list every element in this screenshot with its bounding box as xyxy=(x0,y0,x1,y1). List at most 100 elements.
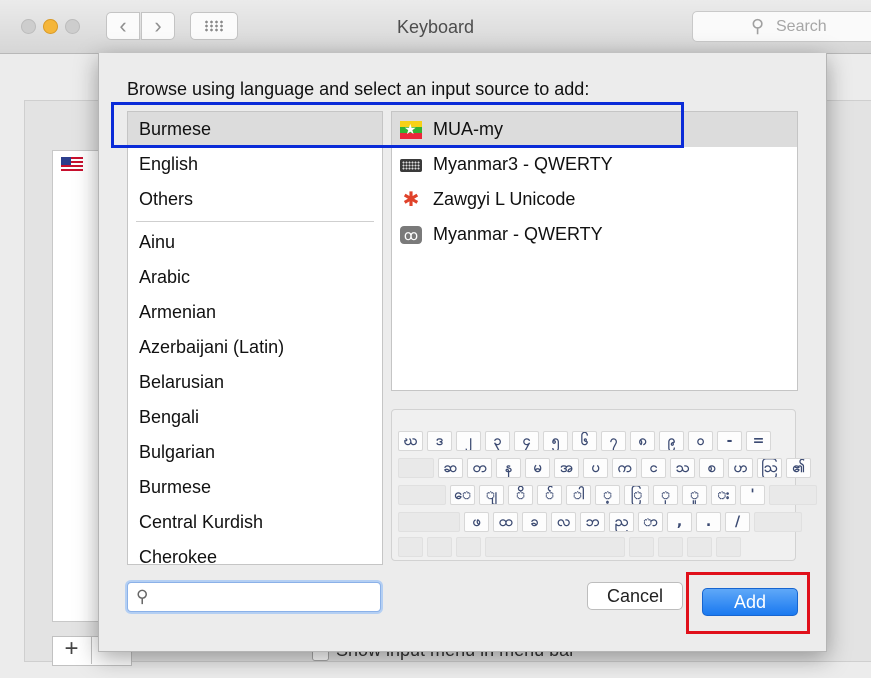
keyboard-key: ဟ xyxy=(728,458,753,478)
keyboard-key: ေ xyxy=(450,485,475,505)
keyboard-key: / xyxy=(725,512,750,532)
keyboard-key: ် xyxy=(537,485,562,505)
search-placeholder: Search xyxy=(776,18,827,35)
keyboard-key: ၇ xyxy=(601,431,626,451)
keyboard-key: သ xyxy=(670,458,695,478)
keyboard-icon xyxy=(400,159,422,172)
keyboard-key: ဘ xyxy=(580,512,605,532)
keyboard-key: . xyxy=(696,512,721,532)
language-item[interactable]: Arabic xyxy=(128,260,382,295)
keyboard-row: ေ ျ ိ ် ါ ့ ြ ု ူ း ' xyxy=(398,485,821,505)
keyboard-key: ပ xyxy=(583,458,608,478)
myanmar-flag-icon xyxy=(400,112,422,147)
keyboard-key: စ xyxy=(699,458,724,478)
keyboard-key: ျ xyxy=(479,485,504,505)
keyboard-key: ၄ xyxy=(514,431,539,451)
language-item[interactable]: Burmese xyxy=(128,470,382,505)
cancel-button[interactable]: Cancel xyxy=(587,582,683,610)
keyboard-key: ့ xyxy=(595,485,620,505)
keyboard-key: = xyxy=(746,431,771,451)
language-search-field[interactable]: ⚲ xyxy=(127,582,381,612)
keyboard-key xyxy=(687,537,712,557)
keyboard-key xyxy=(716,537,741,557)
keyboard-key: ူ xyxy=(682,485,707,505)
add-button[interactable]: Add xyxy=(702,588,798,616)
keyboard-key: ိ xyxy=(508,485,533,505)
keyboard-key: ၈ xyxy=(630,431,655,451)
keyboard-key: ဆ xyxy=(438,458,463,478)
keyboard-key: , xyxy=(667,512,692,532)
language-item[interactable]: Ainu xyxy=(128,225,382,260)
keyboard-key: န xyxy=(496,458,521,478)
keyboard-key xyxy=(769,485,817,505)
keyboard-key: ဒ xyxy=(427,431,452,451)
keyboard-key: ၏ xyxy=(786,458,811,478)
search-field[interactable]: ⚲ Search xyxy=(692,11,871,42)
myanmar-letter-icon: ꝏ xyxy=(400,225,422,244)
input-source-list[interactable]: MUA-my Myanmar3 - QWERTY ✱ Zawgyi L Unic… xyxy=(391,111,798,391)
input-source-label: Zawgyi L Unicode xyxy=(433,189,576,209)
keyboard-key: း xyxy=(711,485,736,505)
keyboard-key: ၉ xyxy=(659,431,684,451)
language-item[interactable]: Bulgarian xyxy=(128,435,382,470)
keyboard-preview: ဃ ဒ ၂ ၃ ၄ ၅ ၆ ၇ ၈ ၉ ၀ - = ဆ တ န မ အ ပ က … xyxy=(391,409,817,561)
keyboard-key xyxy=(398,512,460,532)
keyboard-row: ဃ ဒ ၂ ၃ ၄ ၅ ၆ ၇ ၈ ၉ ၀ - = xyxy=(398,431,775,451)
language-item[interactable]: Cherokee xyxy=(128,540,382,564)
keyboard-key xyxy=(427,537,452,557)
language-item[interactable]: Burmese xyxy=(128,112,382,147)
language-item[interactable]: Central Kurdish xyxy=(128,505,382,540)
keyboard-key: ခ xyxy=(522,512,547,532)
keyboard-key: ' xyxy=(740,485,765,505)
input-source-label: Myanmar3 - QWERTY xyxy=(433,154,613,174)
keyboard-key: ၃ xyxy=(485,431,510,451)
keyboard-key: မ xyxy=(525,458,550,478)
language-item[interactable]: Belarusian xyxy=(128,365,382,400)
keyboard-key: ည xyxy=(609,512,634,532)
add-input-source-sheet: Browse using language and select an inpu… xyxy=(98,53,827,652)
keyboard-key: ု xyxy=(653,485,678,505)
keyboard-key xyxy=(398,537,423,557)
keyboard-key: အ xyxy=(554,458,579,478)
keyboard-key: ၆ xyxy=(572,431,597,451)
language-item[interactable]: English xyxy=(128,147,382,182)
keyboard-key xyxy=(629,537,654,557)
add-input-source-button[interactable]: + xyxy=(52,636,92,664)
language-list[interactable]: Burmese English Others Ainu Arabic Armen… xyxy=(127,111,383,565)
keyboard-spacebar xyxy=(485,537,625,557)
language-item[interactable]: Azerbaijani (Latin) xyxy=(128,330,382,365)
us-flag-icon xyxy=(61,157,83,172)
zawgyi-figure-icon: ✱ xyxy=(402,188,420,211)
keyboard-key: လ xyxy=(551,512,576,532)
keyboard-key: ဖ xyxy=(464,512,489,532)
input-source-label: Myanmar - QWERTY xyxy=(433,224,603,244)
keyboard-key: - xyxy=(717,431,742,451)
keyboard-key: က xyxy=(612,458,637,478)
keyboard-key xyxy=(754,512,802,532)
keyboard-key: တ xyxy=(467,458,492,478)
input-source-item[interactable]: Myanmar3 - QWERTY xyxy=(392,147,797,182)
search-icon: ⚲ xyxy=(136,587,149,606)
window-toolbar: ‹ › Keyboard ⚲ Search xyxy=(0,0,871,54)
input-source-item[interactable]: ꝏ Myanmar - QWERTY xyxy=(392,217,797,252)
keyboard-row xyxy=(398,537,745,557)
keyboard-key: ၅ xyxy=(543,431,568,451)
keyboard-key: င xyxy=(641,458,666,478)
keyboard-key xyxy=(398,458,434,478)
sheet-prompt: Browse using language and select an inpu… xyxy=(127,79,590,99)
keyboard-key: ါ xyxy=(566,485,591,505)
keyboard-key: ာ xyxy=(638,512,663,532)
keyboard-key: ၀ xyxy=(688,431,713,451)
keyboard-key xyxy=(658,537,683,557)
language-item[interactable]: Others xyxy=(128,182,382,217)
search-icon: ⚲ xyxy=(751,16,765,36)
keyboard-key: ြ xyxy=(624,485,649,505)
keyboard-key xyxy=(398,485,446,505)
input-source-item[interactable]: ✱ Zawgyi L Unicode xyxy=(392,182,797,217)
keyboard-key: ဩ xyxy=(757,458,782,478)
input-source-label: MUA-my xyxy=(433,119,503,139)
keyboard-row: ဖ ထ ခ လ ဘ ည ာ , . / xyxy=(398,512,806,532)
language-item[interactable]: Armenian xyxy=(128,295,382,330)
language-item[interactable]: Bengali xyxy=(128,400,382,435)
input-source-item[interactable]: MUA-my xyxy=(392,112,797,147)
